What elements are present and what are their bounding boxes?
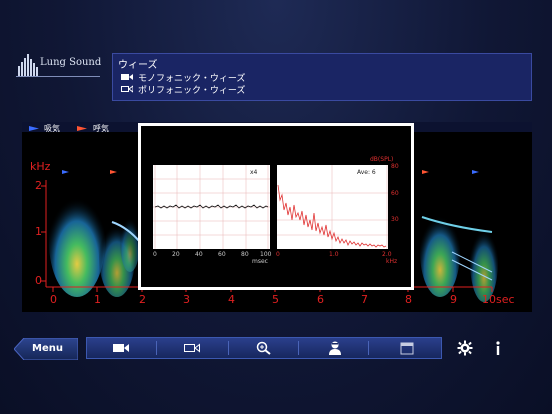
doctor-icon[interactable] (327, 341, 343, 355)
spectrogram-x-tick: 10sec (482, 293, 515, 306)
sound-title: ウィーズ (118, 60, 158, 71)
spectrum-panel (277, 165, 388, 249)
waveform-x-tick: 80 (241, 251, 249, 258)
spectrum-x-tick: 1.0 (329, 251, 339, 258)
spectrogram-x-tick: 8 (405, 293, 412, 306)
toolbar-divider (156, 341, 157, 355)
spectrum-y-tick: 80 (391, 163, 399, 170)
menu-label[interactable]: Menu (32, 343, 63, 354)
video-camera-icon[interactable] (121, 73, 133, 81)
spectrum-x-tick: 0 (276, 251, 280, 258)
spectrogram-y-tick: 1 (35, 225, 42, 238)
waveform-x-tick: 0 (153, 251, 157, 258)
spectrum-average: Ave: 6 (357, 169, 376, 176)
spectrogram-x-tick: 9 (450, 293, 457, 306)
waveform-panel (153, 165, 270, 249)
gear-icon[interactable] (457, 340, 473, 356)
toolbar-divider (368, 341, 369, 355)
toolbar-divider (298, 341, 299, 355)
spectrogram-x-tick: 7 (361, 293, 368, 306)
waveform-x-tick: 40 (195, 251, 203, 258)
spectrum-y-unit: dB(SPL) (370, 156, 394, 163)
video-outline-icon[interactable] (184, 341, 200, 355)
video-camera-icon[interactable] (113, 341, 129, 355)
waveform-x-tick: 100 (260, 251, 272, 258)
spectrum-x-unit: kHz (386, 258, 398, 265)
spectrogram-x-tick: 5 (272, 293, 279, 306)
spectrogram-x-tick: 0 (50, 293, 57, 306)
spectrogram-x-tick: 3 (183, 293, 190, 306)
logo-text: Lung Sound (40, 57, 102, 68)
spectrogram-y-tick: 0 (35, 274, 42, 287)
info-icon[interactable] (490, 340, 506, 356)
exhale-arrow-icon (77, 126, 87, 131)
spectrogram-x-tick: 2 (139, 293, 146, 306)
video-outline-icon[interactable] (121, 85, 133, 93)
toolbar-divider (228, 341, 229, 355)
spectrogram-x-tick: 1 (94, 293, 101, 306)
inhale-arrow-icon (29, 126, 39, 131)
window-icon[interactable] (399, 341, 415, 355)
info-item-polyphonic[interactable]: ポリフォニック・ウィーズ (138, 83, 245, 96)
spectrogram-y-unit: kHz (30, 160, 51, 173)
waveform-plot (153, 165, 270, 249)
zoom-icon[interactable] (256, 341, 272, 355)
spectrum-plot (277, 165, 388, 249)
spectrum-x-tick: 2.0 (382, 251, 392, 258)
spectrum-y-tick: 60 (391, 190, 399, 197)
waveform-x-unit: msec (252, 258, 268, 265)
spectrogram-x-tick: 4 (228, 293, 235, 306)
waveform-x-tick: 20 (172, 251, 180, 258)
spectrum-y-tick: 30 (391, 216, 399, 223)
waveform-x-tick: 60 (218, 251, 226, 258)
spectrogram-y-tick: 2 (35, 179, 42, 192)
spectrogram-x-tick: 6 (317, 293, 324, 306)
waveform-scale: x4 (250, 169, 258, 176)
